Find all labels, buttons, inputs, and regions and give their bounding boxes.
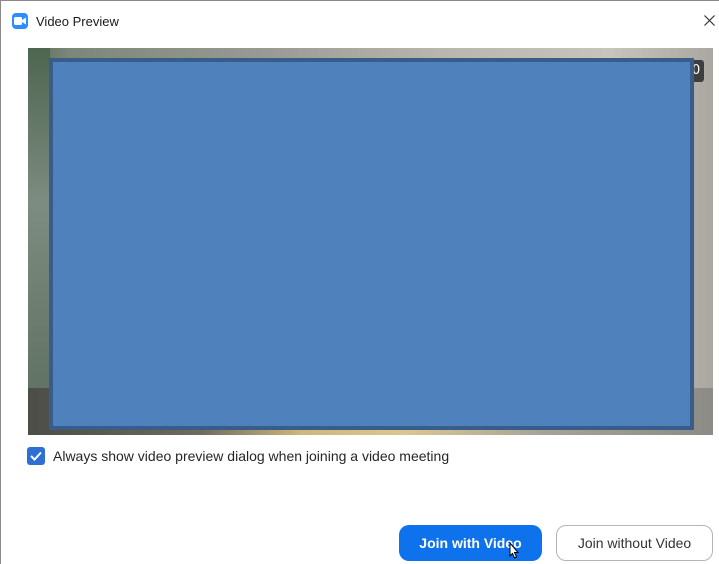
always-show-preview-option[interactable]: Always show video preview dialog when jo… <box>27 446 449 466</box>
video-preview-dialog: Video Preview 0 Always show video previe… <box>0 0 719 564</box>
close-icon <box>704 15 715 26</box>
join-without-video-button[interactable]: Join without Video <box>556 525 713 561</box>
redacted-video-area <box>49 58 694 430</box>
checkmark-icon <box>30 451 42 461</box>
preview-background <box>28 48 50 435</box>
close-button[interactable] <box>698 10 719 32</box>
video-preview: 0 <box>28 48 713 435</box>
always-show-preview-label: Always show video preview dialog when jo… <box>53 448 450 464</box>
video-camera-icon <box>12 13 28 29</box>
window-title: Video Preview <box>36 14 119 29</box>
join-with-video-button[interactable]: Join with Video <box>399 525 542 561</box>
always-show-preview-checkbox[interactable] <box>27 447 45 465</box>
title-bar[interactable]: Video Preview <box>1 1 719 41</box>
